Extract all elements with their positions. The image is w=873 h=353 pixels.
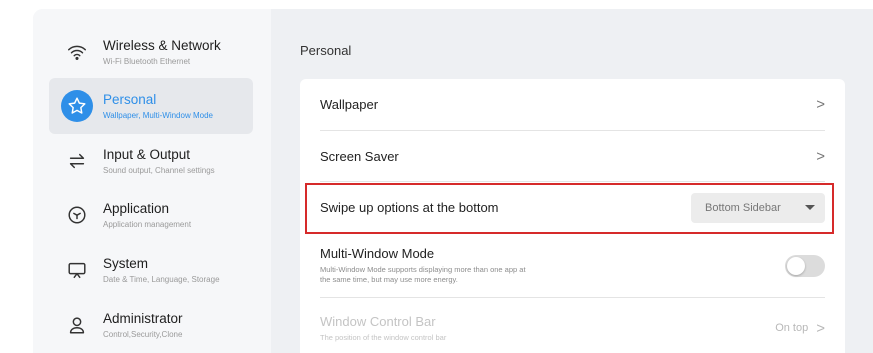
window-control-bar-row[interactable]: Window Control Bar The position of the w… <box>320 298 825 353</box>
toggle-knob <box>787 256 805 275</box>
sidebar: Wireless & Network Wi-Fi Bluetooth Ether… <box>33 9 271 353</box>
wifi-icon <box>61 36 93 68</box>
multi-window-description-line2: the same time, but may use more energy. <box>320 275 458 284</box>
multi-window-label: Multi-Window Mode <box>320 246 435 261</box>
chevron-right-icon: > <box>816 96 825 113</box>
screen-saver-row[interactable]: Screen Saver > <box>320 131 825 182</box>
sidebar-item-title: System <box>103 255 149 271</box>
settings-window: Wireless & Network Wi-Fi Bluetooth Ether… <box>33 9 873 353</box>
sidebar-item-input-output[interactable]: Input & Output Sound output, Channel set… <box>49 133 253 189</box>
sidebar-item-system[interactable]: System Date & Time, Language, Storage <box>49 242 253 298</box>
sidebar-item-application[interactable]: Application Application management <box>49 187 253 243</box>
user-icon <box>61 309 93 341</box>
dropdown-value: Bottom Sidebar <box>705 201 781 214</box>
wallpaper-row[interactable]: Wallpaper > <box>320 79 825 131</box>
window-control-bar-label: Window Control Bar <box>320 313 436 329</box>
sidebar-item-administrator[interactable]: Administrator Control,Security,Clone <box>49 297 253 353</box>
wallpaper-label: Wallpaper <box>320 97 379 112</box>
sidebar-item-subtitle: Application management <box>103 219 192 229</box>
page-title: Personal <box>300 43 352 58</box>
multi-window-toggle[interactable] <box>785 254 825 277</box>
sidebar-item-wireless-network[interactable]: Wireless & Network Wi-Fi Bluetooth Ether… <box>49 24 253 80</box>
caret-down-icon <box>805 205 815 210</box>
swap-arrows-icon <box>61 145 93 177</box>
sidebar-item-subtitle: Date & Time, Language, Storage <box>103 274 220 284</box>
sidebar-item-personal[interactable]: Personal Wallpaper, Multi-Window Mode <box>49 78 253 134</box>
multi-window-description-line1: Multi-Window Mode supports displaying mo… <box>320 265 526 274</box>
settings-card: Wallpaper > Screen Saver > Swipe up opti… <box>300 79 845 353</box>
star-icon <box>61 90 93 122</box>
multi-window-row: Multi-Window Mode Multi-Window Mode supp… <box>320 234 825 298</box>
swipe-options-row: Swipe up options at the bottom Bottom Si… <box>320 182 825 234</box>
sidebar-item-subtitle: Wi-Fi Bluetooth Ethernet <box>103 56 191 66</box>
sidebar-item-subtitle: Control,Security,Clone <box>103 329 183 339</box>
sidebar-item-subtitle: Sound output, Channel settings <box>103 165 215 175</box>
screen-saver-label: Screen Saver <box>320 148 399 164</box>
sidebar-item-subtitle: Wallpaper, Multi-Window Mode <box>103 110 213 120</box>
swipe-options-dropdown[interactable]: Bottom Sidebar <box>691 192 825 223</box>
chevron-right-icon: > <box>816 319 825 337</box>
swipe-options-label: Swipe up options at the bottom <box>320 200 499 215</box>
window-control-bar-value: On top <box>775 322 809 334</box>
cube-icon <box>61 199 93 231</box>
chevron-right-icon: > <box>816 147 825 165</box>
sidebar-item-title: Input & Output <box>103 146 191 162</box>
sidebar-item-title: Wireless & Network <box>103 37 221 53</box>
window-control-bar-description: The position of the window control bar <box>320 332 447 342</box>
sidebar-item-title: Administrator <box>103 310 183 326</box>
sidebar-item-title: Application <box>103 200 170 216</box>
monitor-icon <box>61 254 93 286</box>
sidebar-item-title: Personal <box>103 91 157 107</box>
